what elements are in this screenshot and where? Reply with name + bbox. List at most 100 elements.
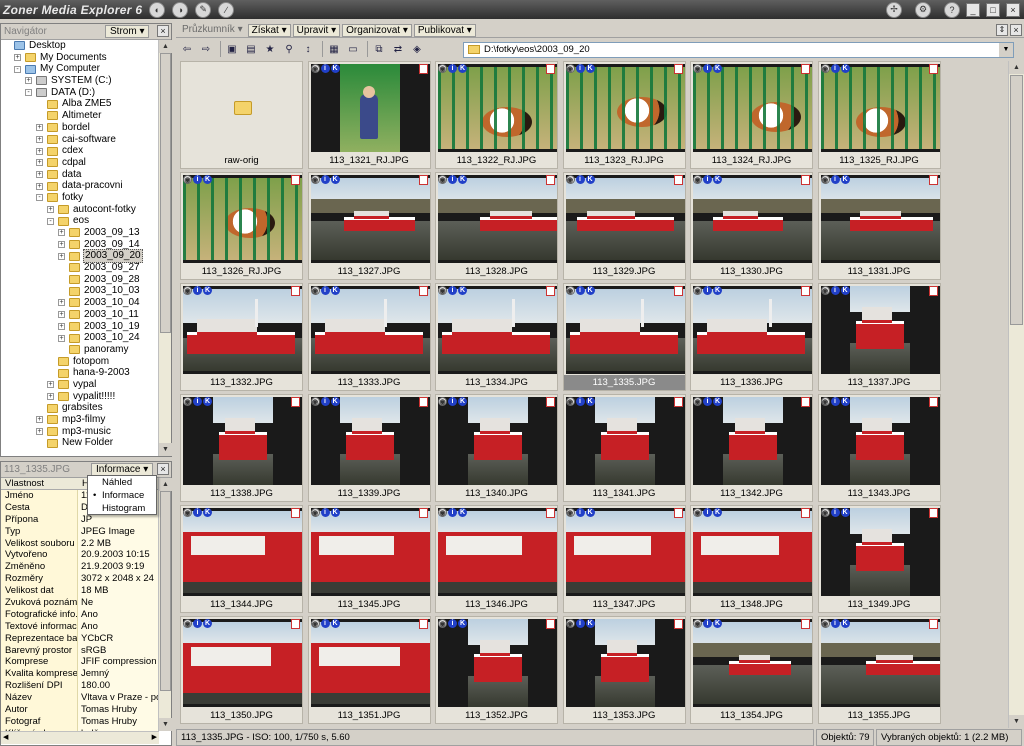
thumbnail-item[interactable]: ◉ i K 113_1336.JPG: [690, 283, 813, 391]
menu-tab[interactable]: Organizovat ▾: [342, 23, 412, 37]
tree-item[interactable]: + cdpal: [1, 157, 159, 169]
thumbnail-item[interactable]: ◉ i K 113_1343.JPG: [817, 394, 941, 502]
menu-tab[interactable]: Upravit ▾: [292, 23, 341, 37]
open-folder-icon[interactable]: ▤: [243, 42, 259, 57]
tree-item[interactable]: +2003_09_13: [1, 227, 159, 239]
thumbnail-item[interactable]: ◉ i K 113_1332.JPG: [180, 283, 303, 391]
tree-item[interactable]: +2003_10_04: [1, 297, 159, 309]
back-icon[interactable]: ⇦: [179, 42, 195, 57]
minimize-button[interactable]: _: [966, 2, 980, 17]
expand-icon[interactable]: +: [25, 77, 32, 85]
navigator-close-button[interactable]: ×: [157, 25, 169, 37]
tree-item[interactable]: Desktop: [1, 40, 159, 52]
grid-scroll-up-icon[interactable]: ▲: [1009, 61, 1024, 74]
expand-icon[interactable]: +: [14, 54, 21, 62]
tree-item[interactable]: - eos: [1, 215, 159, 227]
thumbnail-item[interactable]: ◉ i K 113_1345.JPG: [307, 505, 431, 613]
expand-icon[interactable]: +: [47, 205, 54, 213]
expand-icon[interactable]: +: [58, 311, 65, 319]
menu-item[interactable]: Histogram: [88, 502, 156, 515]
hscroll-left-icon[interactable]: ◀: [3, 733, 8, 741]
thumbnail-item[interactable]: ◉ i K 113_1327.JPG: [307, 172, 431, 280]
tree-item[interactable]: 2003_10_03: [1, 285, 159, 297]
thumbnail-item[interactable]: ◉ i K 113_1355.JPG: [817, 616, 941, 724]
grid-scroll-thumb[interactable]: [1010, 75, 1023, 325]
thumbnail-item[interactable]: ◉ i K 113_1347.JPG: [562, 505, 686, 613]
help-icon[interactable]: ?: [944, 1, 960, 18]
expand-icon[interactable]: +: [58, 229, 65, 237]
tree-item[interactable]: + cai-software: [1, 134, 159, 146]
path-input[interactable]: D:\fotky\eos\2003_09_20 ▼: [463, 42, 1014, 58]
panel-close-button[interactable]: ×: [1010, 24, 1022, 36]
tree-item[interactable]: + mp3-music: [1, 426, 159, 438]
thumbnail-item[interactable]: ◉ i K 113_1326_RJ.JPG: [180, 172, 303, 280]
draw-mode-icon[interactable]: ∕: [218, 1, 235, 18]
thumbnail-item[interactable]: raw-orig: [180, 61, 303, 169]
expand-icon[interactable]: +: [36, 416, 43, 424]
thumbnail-item[interactable]: ◉ i K 113_1328.JPG: [435, 172, 558, 280]
thumbnail-item[interactable]: ◉ i K 113_1344.JPG: [180, 505, 303, 613]
thumbnail-item[interactable]: ◉ i K 113_1353.JPG: [562, 616, 686, 724]
expand-icon[interactable]: +: [36, 124, 43, 132]
thumbnail-item[interactable]: ◉ i K 113_1349.JPG: [817, 505, 941, 613]
menu-item[interactable]: Náhled: [88, 476, 156, 489]
tree-item[interactable]: Alba ZME5: [1, 98, 159, 110]
tree-item[interactable]: panoramy: [1, 344, 159, 356]
info-scrollbar[interactable]: ▲ ▼: [158, 478, 172, 731]
expand-icon[interactable]: +: [36, 170, 43, 178]
rename-icon[interactable]: ▭: [345, 42, 361, 57]
sort-icon[interactable]: ↕: [300, 42, 316, 57]
tree-item[interactable]: fotopom: [1, 356, 159, 368]
thumbnail-item[interactable]: ◉ i K 113_1350.JPG: [180, 616, 303, 724]
thumbnail-item[interactable]: ◉ i K 113_1351.JPG: [307, 616, 431, 724]
settings-icon[interactable]: ⚙: [915, 1, 931, 18]
expand-icon[interactable]: +: [36, 159, 43, 167]
thumbnail-item[interactable]: ◉ i K 113_1324_RJ.JPG: [690, 61, 813, 169]
tree-item[interactable]: + cdex: [1, 145, 159, 157]
maximize-button[interactable]: □: [986, 2, 1000, 17]
up-folder-icon[interactable]: ▣: [224, 42, 240, 57]
layout-icon[interactable]: ✢: [886, 1, 902, 18]
search-icon[interactable]: ⚲: [281, 42, 297, 57]
tree-item[interactable]: - fotky: [1, 192, 159, 204]
path-dropdown-icon[interactable]: ▼: [999, 43, 1013, 57]
tree-item[interactable]: + vypalit!!!!!: [1, 391, 159, 403]
tree-item[interactable]: + mp3-filmy: [1, 414, 159, 426]
expand-icon[interactable]: +: [36, 428, 43, 436]
tree-item[interactable]: + SYSTEM (C:): [1, 75, 159, 87]
thumbnail-item[interactable]: ◉ i K 113_1321_RJ.JPG: [307, 61, 431, 169]
tree-item[interactable]: +2003_10_19: [1, 321, 159, 333]
tree-item[interactable]: hana-9-2003: [1, 367, 159, 379]
menu-item[interactable]: Informace: [88, 489, 156, 502]
hscroll-right-icon[interactable]: ▶: [152, 733, 157, 741]
expand-icon[interactable]: +: [47, 392, 54, 400]
tree-item[interactable]: 2003_09_28: [1, 274, 159, 286]
tree-item[interactable]: +2003_10_11: [1, 309, 159, 321]
tree-scrollbar[interactable]: ▲ ▼: [158, 40, 172, 456]
expand-icon[interactable]: +: [36, 135, 43, 143]
tree-item[interactable]: +2003_09_20: [1, 249, 159, 264]
thumbnail-item[interactable]: ◉ i K 113_1346.JPG: [435, 505, 558, 613]
editor-mode-icon[interactable]: ✎: [195, 1, 212, 18]
tree-view-dropdown[interactable]: Strom ▾: [105, 25, 150, 38]
expand-icon[interactable]: +: [58, 322, 65, 330]
thumbnail-item[interactable]: ◉ i K 113_1348.JPG: [690, 505, 813, 613]
collapse-icon[interactable]: -: [25, 89, 32, 97]
copy-to-icon[interactable]: ⧉: [371, 42, 387, 57]
collapse-icon[interactable]: -: [36, 194, 43, 202]
tree-scroll-thumb[interactable]: [160, 53, 171, 333]
thumbnail-item[interactable]: ◉ i K 113_1337.JPG: [817, 283, 941, 391]
tree-item[interactable]: +2003_10_24: [1, 332, 159, 344]
expand-icon[interactable]: +: [58, 334, 65, 342]
panel-expand-icon[interactable]: ⇕: [996, 24, 1008, 36]
thumbnail-item[interactable]: ◉ i K 113_1323_RJ.JPG: [562, 61, 686, 169]
viewer-mode-icon[interactable]: ◑: [172, 1, 189, 18]
thumbnail-grid[interactable]: raw-orig ◉ i K 113_1321_RJ.JPG ◉ i K 113_1322_RJ…: [180, 61, 944, 728]
thumbnail-item[interactable]: ◉ i K 113_1322_RJ.JPG: [435, 61, 558, 169]
thumbnail-item[interactable]: ◉ i K 113_1334.JPG: [435, 283, 558, 391]
forward-icon[interactable]: ⇨: [198, 42, 214, 57]
menu-tab[interactable]: Získat ▾: [247, 23, 291, 37]
thumbnail-item[interactable]: ◉ i K 113_1325_RJ.JPG: [817, 61, 941, 169]
thumbnail-item[interactable]: ◉ i K 113_1342.JPG: [690, 394, 813, 502]
expand-icon[interactable]: +: [58, 241, 65, 249]
